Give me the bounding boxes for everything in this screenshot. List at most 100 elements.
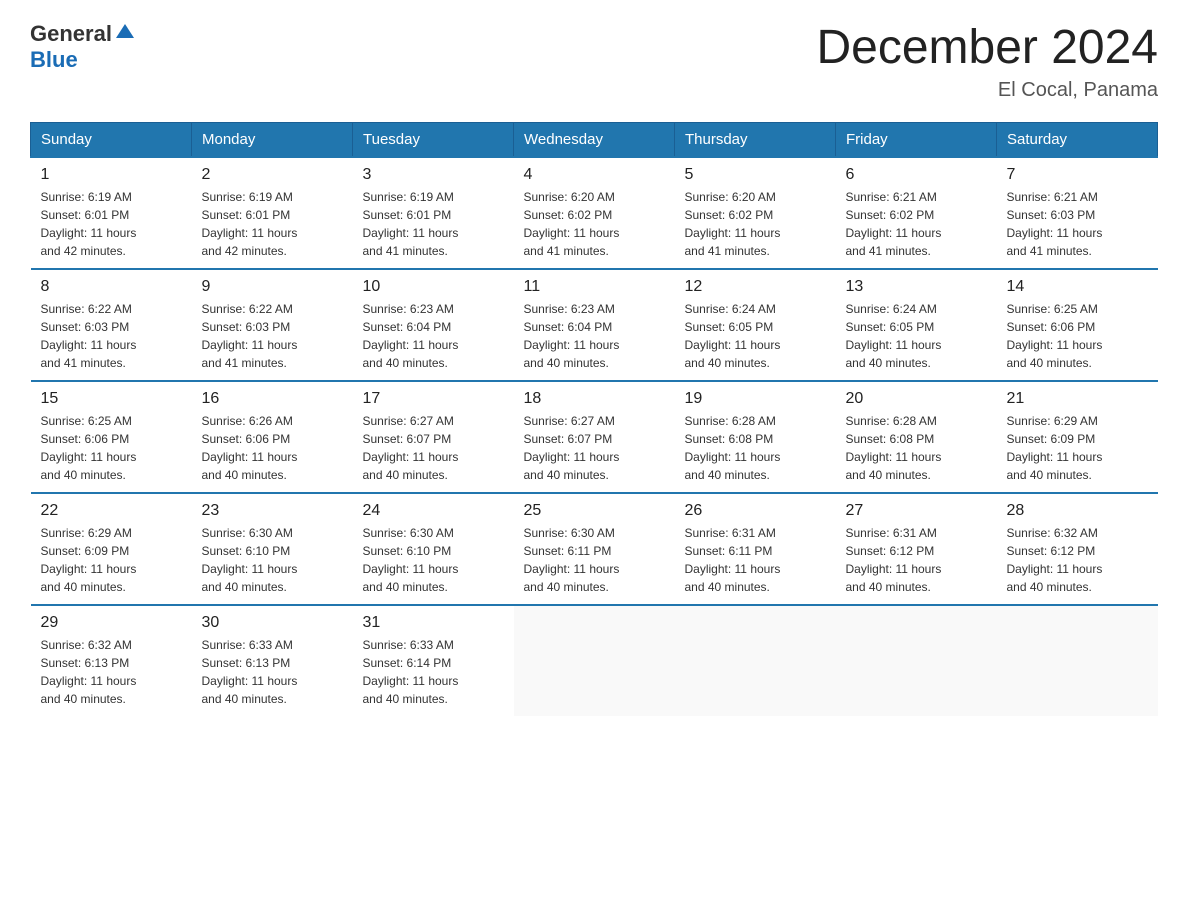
- day-cell: 2 Sunrise: 6:19 AMSunset: 6:01 PMDaylight…: [192, 157, 353, 269]
- day-info: Sunrise: 6:31 AMSunset: 6:11 PMDaylight:…: [685, 524, 826, 596]
- day-number: 6: [846, 166, 987, 184]
- column-header-friday: Friday: [836, 123, 997, 158]
- day-cell: [836, 605, 997, 716]
- day-info: Sunrise: 6:32 AMSunset: 6:12 PMDaylight:…: [1007, 524, 1148, 596]
- day-number: 15: [41, 390, 182, 408]
- day-number: 1: [41, 166, 182, 184]
- column-header-tuesday: Tuesday: [353, 123, 514, 158]
- day-cell: 12Sunrise: 6:24 AMSunset: 6:05 PMDayligh…: [675, 269, 836, 381]
- day-cell: 11 Sunrise: 6:23 AMSunset: 6:04 PMDayligh…: [514, 269, 675, 381]
- week-row-5: 29Sunrise: 6:32 AMSunset: 6:13 PMDayligh…: [31, 605, 1158, 716]
- day-cell: [514, 605, 675, 716]
- day-cell: 17 Sunrise: 6:27 AMSunset: 6:07 PMDayligh…: [353, 381, 514, 493]
- day-info: Sunrise: 6:25 AMSunset: 6:06 PMDaylight:…: [1007, 300, 1148, 372]
- day-info: Sunrise: 6:31 AMSunset: 6:12 PMDaylight:…: [846, 524, 987, 596]
- day-number: 4: [524, 166, 665, 184]
- day-cell: 27Sunrise: 6:31 AMSunset: 6:12 PMDayligh…: [836, 493, 997, 605]
- calendar-body: 1 Sunrise: 6:19 AMSunset: 6:01 PMDaylight…: [31, 157, 1158, 716]
- day-info: Sunrise: 6:19 AMSunset: 6:01 PMDaylight:…: [363, 188, 504, 260]
- day-info: Sunrise: 6:24 AMSunset: 6:05 PMDaylight:…: [846, 300, 987, 372]
- day-cell: 29Sunrise: 6:32 AMSunset: 6:13 PMDayligh…: [31, 605, 192, 716]
- day-number: 8: [41, 278, 182, 296]
- day-cell: 10Sunrise: 6:23 AMSunset: 6:04 PMDayligh…: [353, 269, 514, 381]
- day-info: Sunrise: 6:28 AMSunset: 6:08 PMDaylight:…: [846, 412, 987, 484]
- day-number: 17: [363, 390, 504, 408]
- logo-general-text: General: [30, 21, 112, 47]
- day-cell: 7Sunrise: 6:21 AMSunset: 6:03 PMDaylight…: [997, 157, 1158, 269]
- day-number: 13: [846, 278, 987, 296]
- day-cell: 28 Sunrise: 6:32 AMSunset: 6:12 PMDayligh…: [997, 493, 1158, 605]
- day-cell: 15 Sunrise: 6:25 AMSunset: 6:06 PMDayligh…: [31, 381, 192, 493]
- day-info: Sunrise: 6:19 AMSunset: 6:01 PMDaylight:…: [202, 188, 343, 260]
- day-number: 2: [202, 166, 343, 184]
- day-number: 5: [685, 166, 826, 184]
- day-info: Sunrise: 6:21 AMSunset: 6:03 PMDaylight:…: [1007, 188, 1148, 260]
- day-cell: 13 Sunrise: 6:24 AMSunset: 6:05 PMDayligh…: [836, 269, 997, 381]
- day-cell: [997, 605, 1158, 716]
- day-info: Sunrise: 6:33 AMSunset: 6:14 PMDaylight:…: [363, 636, 504, 708]
- calendar-header: SundayMondayTuesdayWednesdayThursdayFrid…: [31, 123, 1158, 158]
- day-info: Sunrise: 6:22 AMSunset: 6:03 PMDaylight:…: [41, 300, 182, 372]
- day-info: Sunrise: 6:33 AMSunset: 6:13 PMDaylight:…: [202, 636, 343, 708]
- day-cell: 16 Sunrise: 6:26 AMSunset: 6:06 PMDayligh…: [192, 381, 353, 493]
- day-info: Sunrise: 6:30 AMSunset: 6:11 PMDaylight:…: [524, 524, 665, 596]
- day-info: Sunrise: 6:29 AMSunset: 6:09 PMDaylight:…: [1007, 412, 1148, 484]
- week-row-1: 1 Sunrise: 6:19 AMSunset: 6:01 PMDaylight…: [31, 157, 1158, 269]
- week-row-3: 15 Sunrise: 6:25 AMSunset: 6:06 PMDayligh…: [31, 381, 1158, 493]
- week-row-2: 8 Sunrise: 6:22 AMSunset: 6:03 PMDaylight…: [31, 269, 1158, 381]
- day-number: 14: [1007, 278, 1148, 296]
- day-cell: 3 Sunrise: 6:19 AMSunset: 6:01 PMDaylight…: [353, 157, 514, 269]
- day-info: Sunrise: 6:26 AMSunset: 6:06 PMDaylight:…: [202, 412, 343, 484]
- day-cell: 4 Sunrise: 6:20 AMSunset: 6:02 PMDaylight…: [514, 157, 675, 269]
- day-cell: 1Sunrise: 6:19 AMSunset: 6:01 PMDaylight…: [31, 157, 192, 269]
- day-number: 23: [202, 502, 343, 520]
- day-info: Sunrise: 6:20 AMSunset: 6:02 PMDaylight:…: [524, 188, 665, 260]
- page-header: General Blue December 2024 El Cocal, Pan…: [30, 20, 1158, 102]
- month-title: December 2024: [816, 20, 1158, 75]
- day-number: 25: [524, 502, 665, 520]
- header-row: SundayMondayTuesdayWednesdayThursdayFrid…: [31, 123, 1158, 158]
- day-number: 26: [685, 502, 826, 520]
- day-cell: 20Sunrise: 6:28 AMSunset: 6:08 PMDayligh…: [836, 381, 997, 493]
- column-header-wednesday: Wednesday: [514, 123, 675, 158]
- day-info: Sunrise: 6:27 AMSunset: 6:07 PMDaylight:…: [363, 412, 504, 484]
- day-number: 22: [41, 502, 182, 520]
- day-info: Sunrise: 6:30 AMSunset: 6:10 PMDaylight:…: [202, 524, 343, 596]
- day-cell: 19Sunrise: 6:28 AMSunset: 6:08 PMDayligh…: [675, 381, 836, 493]
- day-cell: 6 Sunrise: 6:21 AMSunset: 6:02 PMDaylight…: [836, 157, 997, 269]
- column-header-monday: Monday: [192, 123, 353, 158]
- column-header-sunday: Sunday: [31, 123, 192, 158]
- day-number: 3: [363, 166, 504, 184]
- week-row-4: 22 Sunrise: 6:29 AMSunset: 6:09 PMDayligh…: [31, 493, 1158, 605]
- day-number: 18: [524, 390, 665, 408]
- day-number: 11: [524, 278, 665, 296]
- day-cell: 5 Sunrise: 6:20 AMSunset: 6:02 PMDaylight…: [675, 157, 836, 269]
- day-number: 12: [685, 278, 826, 296]
- logo: General Blue: [30, 20, 136, 73]
- column-header-saturday: Saturday: [997, 123, 1158, 158]
- day-number: 29: [41, 614, 182, 632]
- day-cell: 31 Sunrise: 6:33 AMSunset: 6:14 PMDayligh…: [353, 605, 514, 716]
- logo-blue-text: Blue: [30, 47, 78, 73]
- day-info: Sunrise: 6:27 AMSunset: 6:07 PMDaylight:…: [524, 412, 665, 484]
- day-number: 28: [1007, 502, 1148, 520]
- day-cell: 21Sunrise: 6:29 AMSunset: 6:09 PMDayligh…: [997, 381, 1158, 493]
- day-number: 16: [202, 390, 343, 408]
- location-label: El Cocal, Panama: [816, 79, 1158, 102]
- calendar-table: SundayMondayTuesdayWednesdayThursdayFrid…: [30, 122, 1158, 716]
- day-number: 24: [363, 502, 504, 520]
- day-cell: 14 Sunrise: 6:25 AMSunset: 6:06 PMDayligh…: [997, 269, 1158, 381]
- day-cell: 25 Sunrise: 6:30 AMSunset: 6:11 PMDayligh…: [514, 493, 675, 605]
- day-cell: 26 Sunrise: 6:31 AMSunset: 6:11 PMDayligh…: [675, 493, 836, 605]
- day-cell: 23 Sunrise: 6:30 AMSunset: 6:10 PMDayligh…: [192, 493, 353, 605]
- day-info: Sunrise: 6:22 AMSunset: 6:03 PMDaylight:…: [202, 300, 343, 372]
- day-number: 9: [202, 278, 343, 296]
- day-info: Sunrise: 6:29 AMSunset: 6:09 PMDaylight:…: [41, 524, 182, 596]
- day-info: Sunrise: 6:21 AMSunset: 6:02 PMDaylight:…: [846, 188, 987, 260]
- day-number: 31: [363, 614, 504, 632]
- day-info: Sunrise: 6:25 AMSunset: 6:06 PMDaylight:…: [41, 412, 182, 484]
- day-cell: [675, 605, 836, 716]
- day-info: Sunrise: 6:20 AMSunset: 6:02 PMDaylight:…: [685, 188, 826, 260]
- day-info: Sunrise: 6:23 AMSunset: 6:04 PMDaylight:…: [524, 300, 665, 372]
- day-cell: 24Sunrise: 6:30 AMSunset: 6:10 PMDayligh…: [353, 493, 514, 605]
